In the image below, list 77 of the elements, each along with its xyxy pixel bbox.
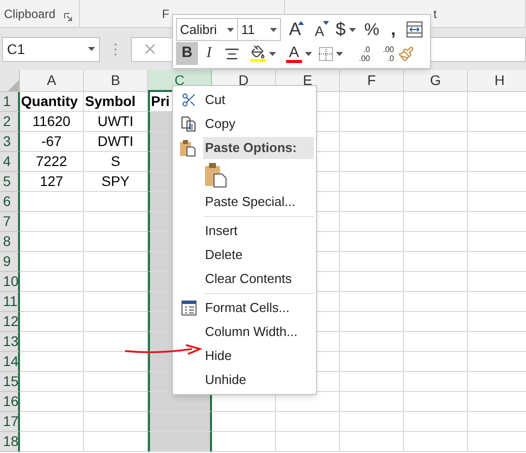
row-header[interactable]: 12	[0, 312, 20, 332]
menu-item[interactable]: Clear Contents	[173, 267, 316, 291]
table-cell: UWTI	[84, 112, 148, 132]
font-field[interactable]: Calibri	[176, 18, 238, 41]
row-header[interactable]: 16	[0, 392, 20, 412]
more-icon	[114, 42, 117, 56]
row-header[interactable]: 1	[0, 92, 20, 112]
row-header[interactable]: 7	[0, 212, 20, 232]
table-cell: -67	[20, 132, 84, 152]
group-label: F	[162, 6, 170, 23]
menu-item[interactable]: Delete	[173, 243, 316, 267]
table-cell: 7222	[20, 152, 84, 172]
name-box[interactable]: C1	[2, 36, 100, 62]
increase-decimal-button[interactable]: .0 .00	[346, 42, 370, 65]
menu-item[interactable]: Format Cells...	[173, 296, 316, 320]
dialog-launcher-icon[interactable]	[64, 13, 72, 21]
table-cell: 11620	[20, 112, 84, 132]
comma-button[interactable]: ,	[384, 18, 403, 41]
row-header[interactable]: 17	[0, 412, 20, 432]
column-header[interactable]: B	[84, 70, 148, 92]
table-cell: 127	[20, 172, 84, 192]
font-color-button[interactable]: A	[282, 42, 316, 65]
shrink-font-button[interactable]: A	[307, 18, 332, 41]
row-header[interactable]: 15	[0, 372, 20, 392]
row-header[interactable]: 5	[0, 172, 20, 192]
menu-item[interactable]: Paste Special...	[173, 190, 316, 214]
caret-icon[interactable]	[336, 52, 343, 56]
table-cell: DWTI	[84, 132, 148, 152]
column-header[interactable]: F	[340, 70, 404, 92]
row-header[interactable]: 2	[0, 112, 20, 132]
decrease-decimal-button[interactable]: .00 .0	[370, 42, 394, 65]
table-cell: Symbol	[84, 92, 148, 112]
table-cell: S	[84, 152, 148, 172]
row-header[interactable]: 10	[0, 272, 20, 292]
corner-triangle-icon	[8, 80, 19, 91]
row-header[interactable]: 6	[0, 192, 20, 212]
table-cell: Quantity	[20, 92, 84, 112]
paste-icon[interactable]	[205, 162, 227, 188]
row-header[interactable]: 11	[0, 292, 20, 312]
borders-icon	[319, 46, 333, 60]
copy-icon	[181, 116, 197, 132]
caret-icon[interactable]	[305, 52, 312, 56]
currency-button[interactable]: $	[332, 18, 360, 41]
table-cell: SPY	[84, 172, 148, 192]
row-header[interactable]: 13	[0, 332, 20, 352]
menu-item[interactable]: Hide	[173, 344, 316, 368]
bold-button[interactable]: B	[176, 42, 198, 65]
scissors-icon	[181, 92, 197, 108]
group-label: t	[433, 6, 437, 23]
column-header[interactable]: G	[404, 70, 468, 92]
menu-item[interactable]: Insert	[173, 219, 316, 243]
menu-item[interactable]: Copy	[173, 112, 316, 136]
down-triangle-icon	[322, 21, 329, 25]
paste-options-header: Paste Options:	[203, 137, 314, 159]
format-cells-icon	[181, 300, 197, 316]
table-arrows-icon	[406, 21, 424, 38]
font-size-field[interactable]: 11	[238, 18, 281, 41]
clipboard-icon	[180, 139, 196, 157]
column-header[interactable]: A	[20, 70, 84, 92]
caret-icon[interactable]	[88, 47, 95, 51]
row-header[interactable]: 9	[0, 252, 20, 272]
row-header[interactable]: 18	[0, 432, 20, 452]
row-header[interactable]: 8	[0, 232, 20, 252]
caret-icon[interactable]	[269, 52, 276, 56]
menu-item[interactable]: Column Width...	[173, 320, 316, 344]
column-header[interactable]: H	[468, 70, 526, 92]
align-center-icon	[224, 46, 240, 62]
font-color-letter: A	[288, 44, 299, 60]
group-label: Clipboard	[4, 6, 56, 23]
row-header[interactable]: 4	[0, 152, 20, 172]
paintbrush-icon	[398, 46, 414, 62]
italic-button[interactable]: I	[198, 42, 220, 65]
percent-button[interactable]: %	[360, 18, 384, 41]
grow-font-button[interactable]: A	[282, 18, 308, 41]
menu-item[interactable]: Unhide	[173, 368, 316, 392]
paint-bucket-icon	[251, 45, 265, 59]
row-header[interactable]: 3	[0, 132, 20, 152]
